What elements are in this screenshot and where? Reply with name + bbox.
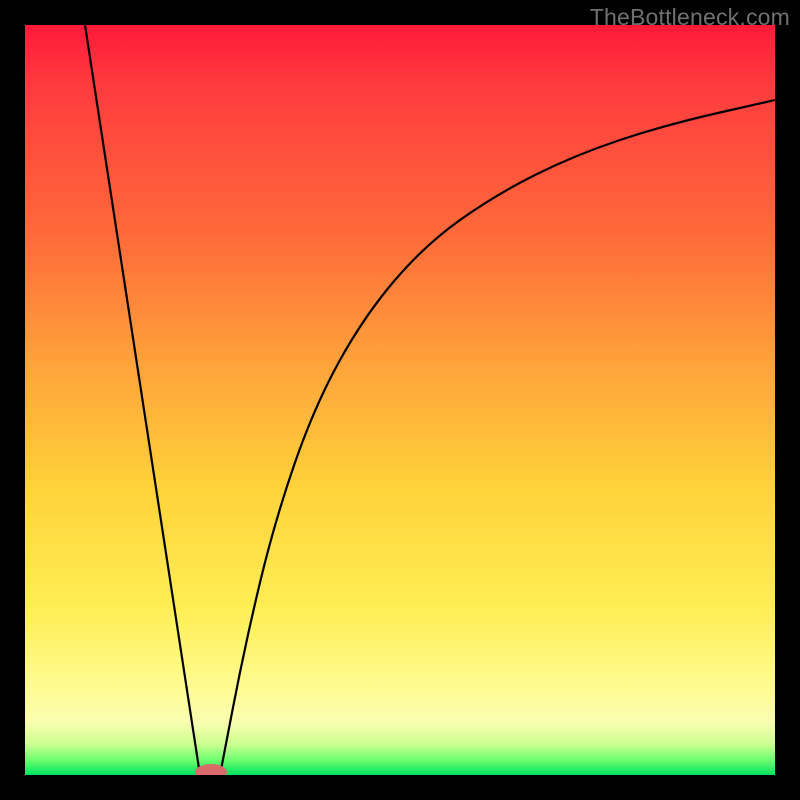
watermark-text: TheBottleneck.com <box>590 4 790 31</box>
outer-frame: TheBottleneck.com <box>0 0 800 800</box>
gradient-background <box>25 25 775 775</box>
plot-area <box>25 25 775 775</box>
